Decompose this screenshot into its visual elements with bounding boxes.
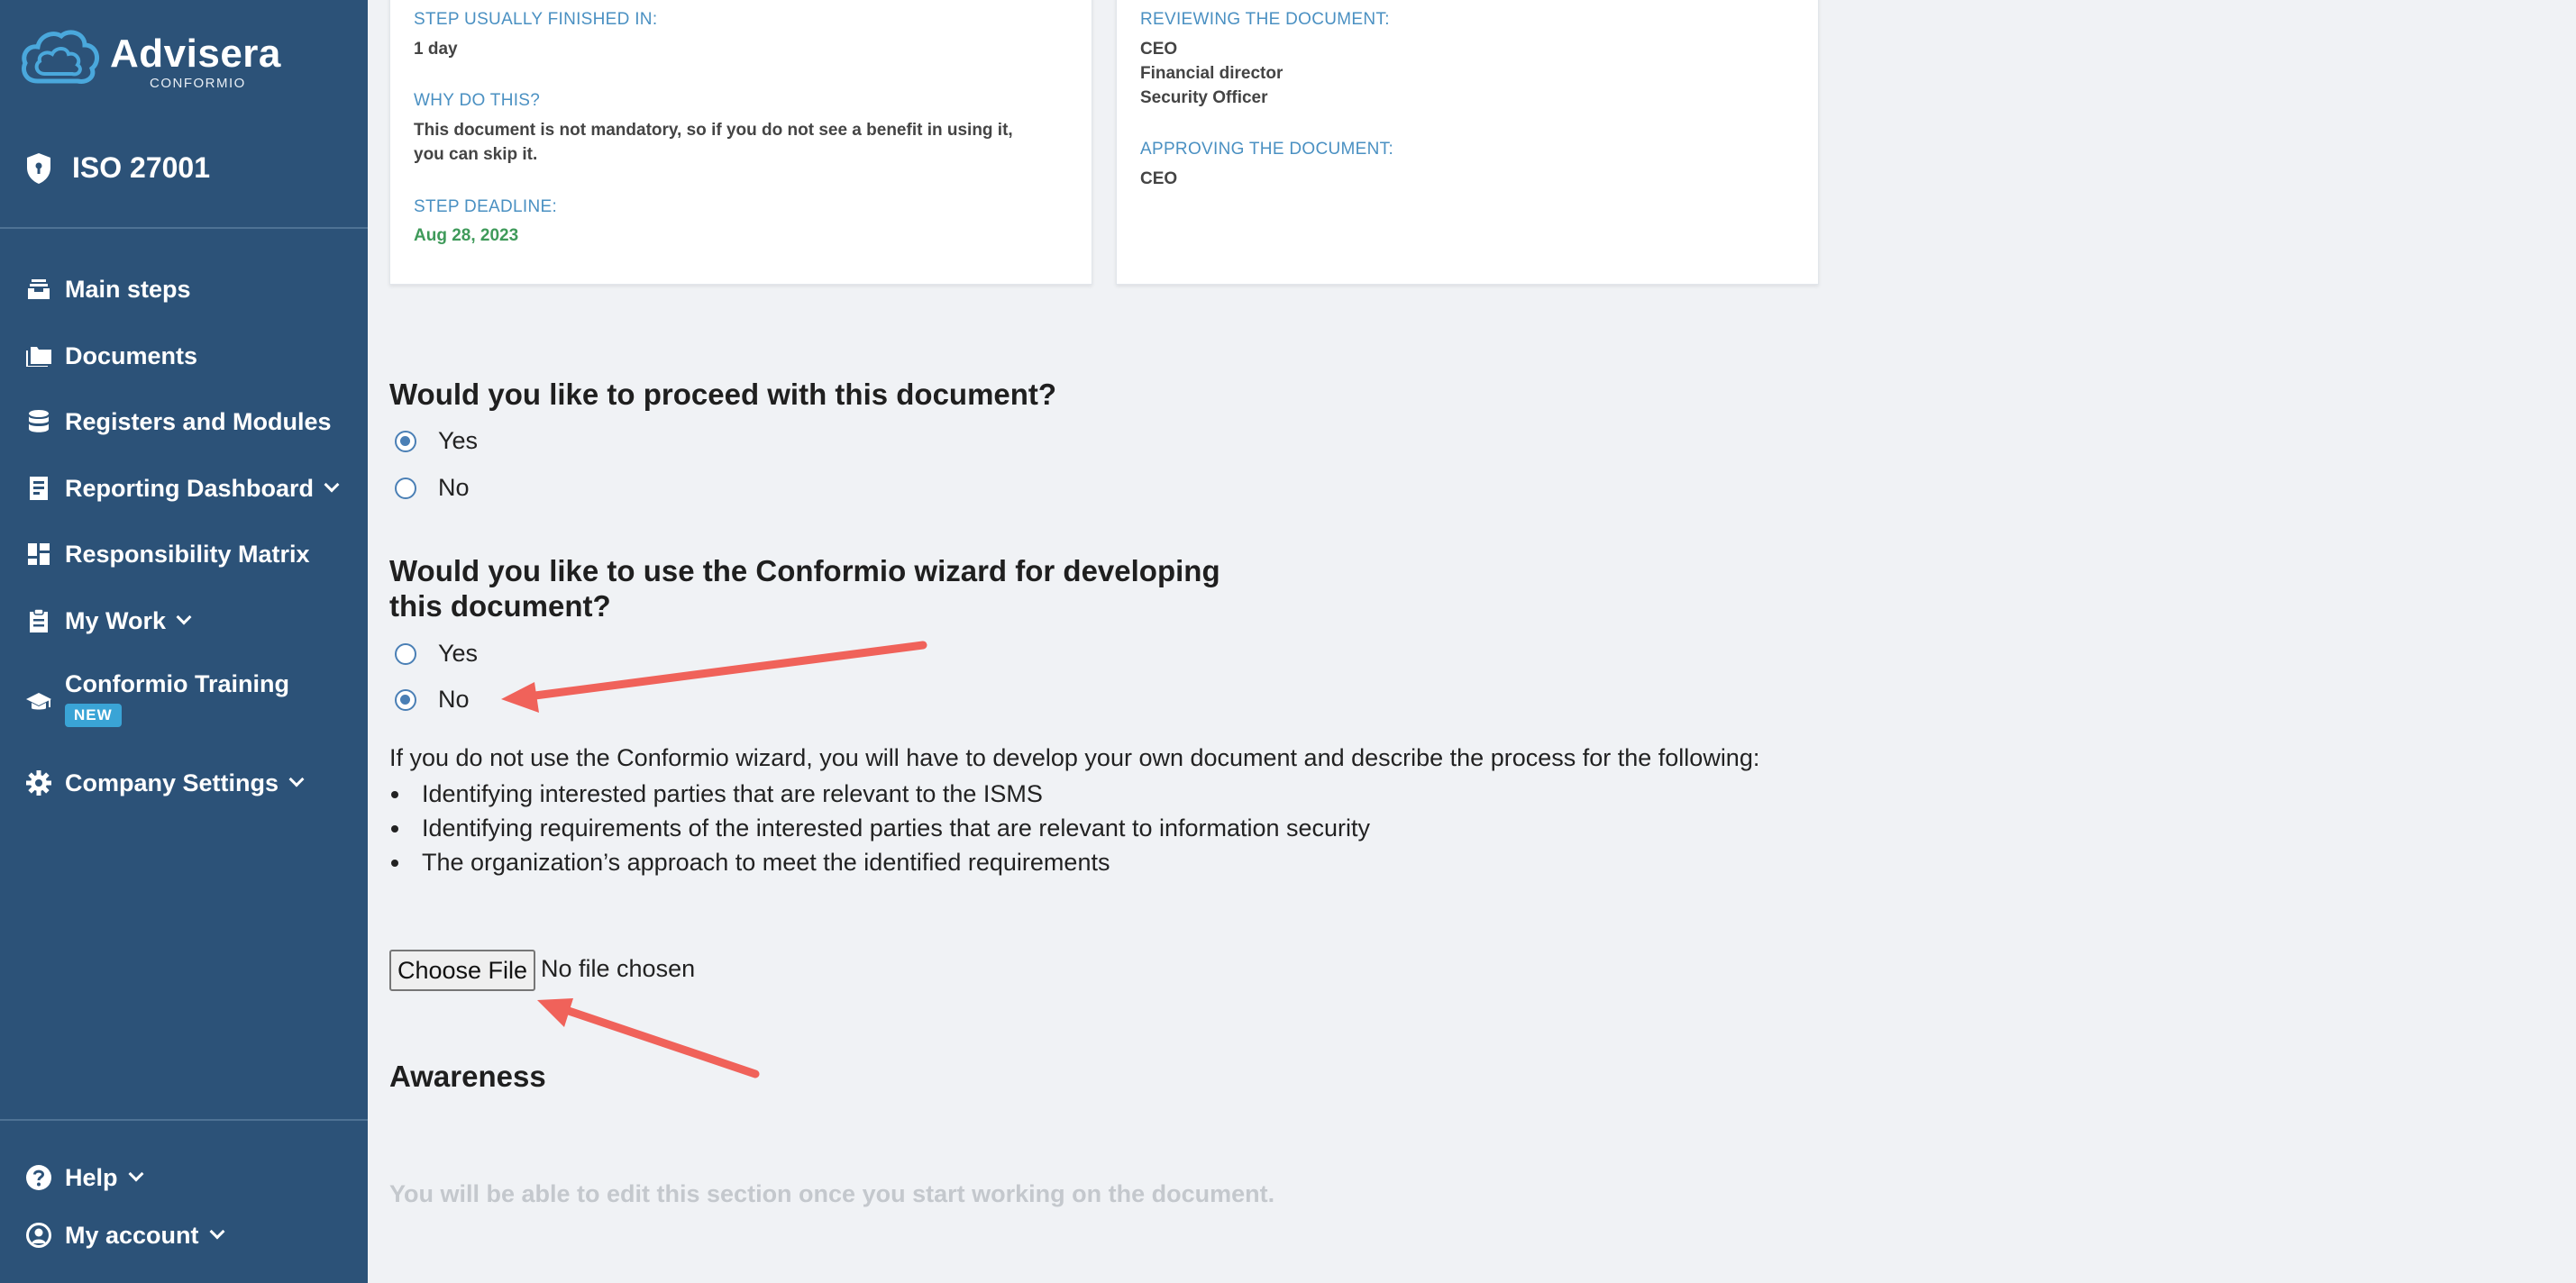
annotation-arrows (501, 641, 927, 1078)
annotation-arrow-choose-file (537, 998, 760, 1078)
annotation-arrow-wizard-no (501, 641, 927, 713)
